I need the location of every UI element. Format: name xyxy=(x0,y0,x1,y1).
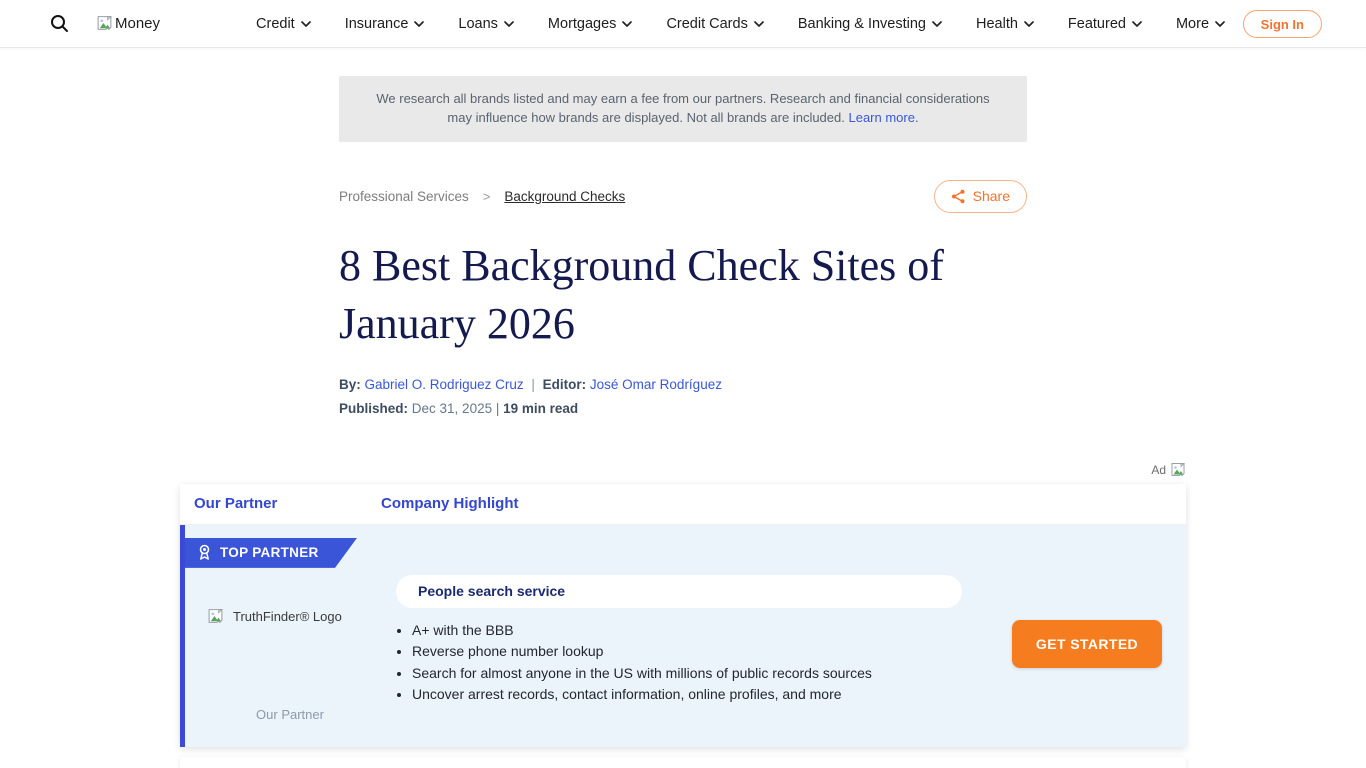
nav-label: Credit Cards xyxy=(666,16,747,32)
page: Money Credit Insurance Loans Mortgages C… xyxy=(0,0,1366,768)
breadcrumb: Professional Services > Background Check… xyxy=(339,189,625,204)
primary-nav: Credit Insurance Loans Mortgages Credit … xyxy=(256,16,1225,32)
nav-item-credit-cards[interactable]: Credit Cards xyxy=(666,16,763,32)
byline-separator: | xyxy=(527,377,539,392)
money-logo[interactable]: Money xyxy=(96,15,160,32)
truthfinder-logo[interactable]: TruthFinder® Logo xyxy=(207,608,342,625)
share-label: Share xyxy=(973,188,1010,204)
page-title: 8 Best Background Check Sites of January… xyxy=(339,237,1027,353)
chevron-down-icon xyxy=(1024,21,1034,27)
affiliate-disclaimer: We research all brands listed and may ea… xyxy=(339,76,1027,142)
nav-item-credit[interactable]: Credit xyxy=(256,16,311,32)
card-body: TOP PARTNER People search service TruthF… xyxy=(180,525,1186,747)
nav-label: Loans xyxy=(458,16,498,32)
get-started-button[interactable]: GET STARTED xyxy=(1012,620,1162,668)
logo-alt-text: Money xyxy=(115,15,160,32)
our-partner-header: Our Partner xyxy=(180,495,381,512)
share-button[interactable]: Share xyxy=(934,180,1027,213)
broken-image-icon xyxy=(1170,462,1186,478)
nav-item-mortgages[interactable]: Mortgages xyxy=(548,16,633,32)
nav-label: Banking & Investing xyxy=(798,16,926,32)
chevron-down-icon xyxy=(414,21,424,27)
chevron-down-icon xyxy=(1215,21,1225,27)
read-time: 19 min read xyxy=(503,401,578,416)
nav-label: Health xyxy=(976,16,1018,32)
our-partner-caption: Our Partner xyxy=(185,707,395,722)
published-line: Published: Dec 31, 2025 | 19 min read xyxy=(339,401,1027,416)
editor-label: Editor: xyxy=(543,377,587,392)
breadcrumb-current[interactable]: Background Checks xyxy=(504,189,625,204)
service-category-pill: People search service xyxy=(396,575,962,608)
feature-bullet: Reverse phone number lookup xyxy=(412,644,957,658)
chevron-down-icon xyxy=(1132,21,1142,27)
nav-item-loans[interactable]: Loans xyxy=(458,16,514,32)
next-listing-row-partial xyxy=(180,757,1186,768)
nav-label: Featured xyxy=(1068,16,1126,32)
nav-label: Credit xyxy=(256,16,295,32)
broken-image-icon xyxy=(207,608,224,625)
learn-more-link[interactable]: Learn more. xyxy=(848,110,918,125)
nav-item-banking-investing[interactable]: Banking & Investing xyxy=(798,16,942,32)
feature-bullet: A+ with the BBB xyxy=(412,623,957,637)
nav-item-featured[interactable]: Featured xyxy=(1068,16,1142,32)
award-ribbon-icon xyxy=(198,544,211,561)
feature-bullet: Search for almost anyone in the US with … xyxy=(412,666,957,680)
published-label: Published: xyxy=(339,401,408,416)
published-date: Dec 31, 2025 xyxy=(412,401,492,416)
nav-label: Insurance xyxy=(345,16,409,32)
broken-image-icon xyxy=(96,15,113,32)
nav-label: Mortgages xyxy=(548,16,617,32)
editor-link[interactable]: José Omar Rodríguez xyxy=(590,377,722,392)
sign-in-button[interactable]: Sign In xyxy=(1243,10,1322,38)
ad-label-row: Ad xyxy=(180,462,1186,478)
chevron-down-icon xyxy=(301,21,311,27)
nav-item-health[interactable]: Health xyxy=(976,16,1034,32)
breadcrumb-separator: > xyxy=(483,189,491,204)
article-column: We research all brands listed and may ea… xyxy=(339,76,1027,416)
breadcrumb-parent[interactable]: Professional Services xyxy=(339,189,469,204)
nav-label: More xyxy=(1176,16,1209,32)
top-partner-card: Our Partner Company Highlight TOP PARTNE… xyxy=(180,484,1186,747)
nav-item-more[interactable]: More xyxy=(1176,16,1225,32)
chevron-down-icon xyxy=(932,21,942,27)
chevron-down-icon xyxy=(504,21,514,27)
share-icon xyxy=(951,189,966,204)
publine-separator: | xyxy=(496,401,500,416)
ad-label: Ad xyxy=(1151,463,1166,477)
nav-item-insurance[interactable]: Insurance xyxy=(345,16,425,32)
feature-bullet-list: A+ with the BBB Reverse phone number loo… xyxy=(397,623,957,709)
top-partner-badge: TOP PARTNER xyxy=(185,538,357,568)
card-header: Our Partner Company Highlight xyxy=(180,484,1186,525)
by-label: By: xyxy=(339,377,361,392)
top-partner-label: TOP PARTNER xyxy=(220,545,319,560)
chevron-down-icon xyxy=(754,21,764,27)
author-link[interactable]: Gabriel O. Rodriguez Cruz xyxy=(365,377,524,392)
logo-alt-text: TruthFinder® Logo xyxy=(233,609,342,624)
byline: By: Gabriel O. Rodriguez Cruz | Editor: … xyxy=(339,377,1027,392)
company-highlight-header: Company Highlight xyxy=(381,495,519,512)
search-icon[interactable] xyxy=(50,14,70,34)
main-content: We research all brands listed and may ea… xyxy=(180,48,1186,768)
feature-bullet: Uncover arrest records, contact informat… xyxy=(412,687,957,701)
chevron-down-icon xyxy=(622,21,632,27)
breadcrumb-row: Professional Services > Background Check… xyxy=(339,180,1027,213)
top-navigation: Money Credit Insurance Loans Mortgages C… xyxy=(0,0,1366,48)
